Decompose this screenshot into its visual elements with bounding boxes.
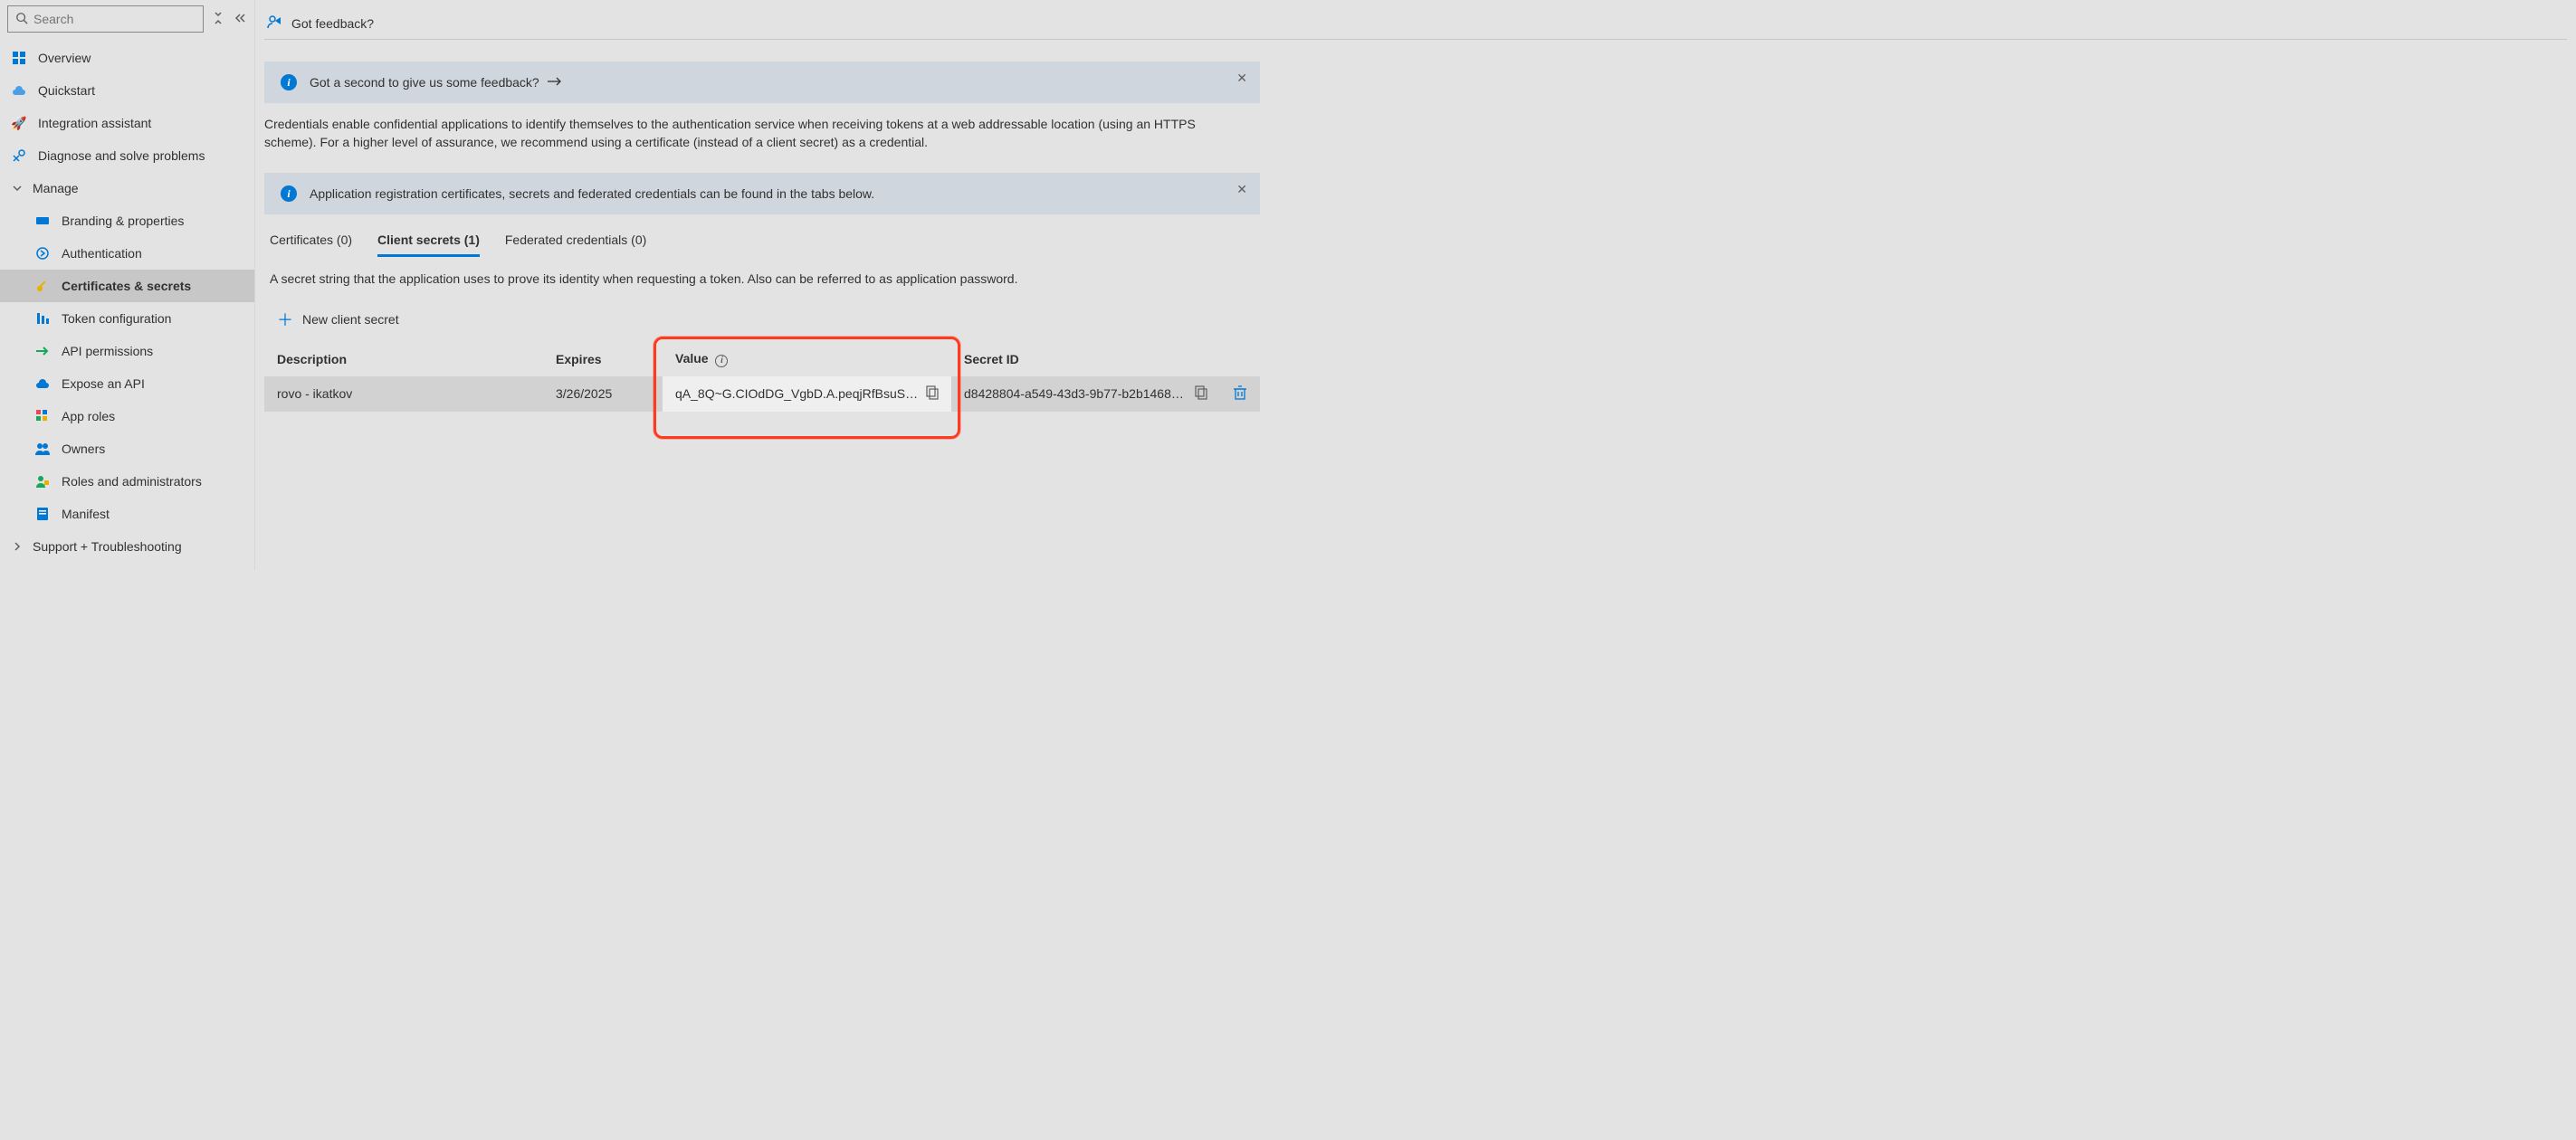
nav-group-label: Manage [33,181,79,195]
search-input[interactable] [33,12,196,26]
cell-expires: 3/26/2025 [543,376,663,412]
tag-icon [34,215,51,226]
col-expires: Expires [543,342,663,376]
sidebar-item-owners[interactable]: Owners [0,432,254,465]
tab-client-secrets[interactable]: Client secrets (1) [377,233,480,257]
sidebar-item-label: Diagnose and solve problems [38,148,205,163]
page-description: Credentials enable confidential applicat… [264,116,1224,151]
sidebar: Overview Quickstart 🚀 Integration assist… [0,0,255,570]
feedback-button[interactable]: Got feedback? [291,16,374,31]
info-icon: i [281,185,297,202]
tab-description: A secret string that the application use… [264,271,2567,286]
tabs: Certificates (0) Client secrets (1) Fede… [264,233,2567,257]
table-row: rovo - ikatkov 3/26/2025 qA_8Q~G.CIOdDG_… [264,376,1260,412]
collapse-sidebar-icon[interactable] [233,12,247,26]
sidebar-item-app-roles[interactable]: App roles [0,400,254,432]
nav-list: Overview Quickstart 🚀 Integration assist… [0,42,254,563]
people-icon [34,442,51,455]
key-icon [34,279,51,293]
chevron-down-icon [11,183,24,194]
sidebar-item-label: Authentication [62,246,142,261]
grid-icon [11,51,27,65]
arrow-right-icon [34,346,51,356]
delete-icon[interactable] [1234,388,1246,403]
feedback-prompt-banner: i Got a second to give us some feedback?… [264,62,1260,103]
sidebar-top [0,5,254,38]
cell-actions [1220,376,1260,412]
copy-icon[interactable] [1195,385,1207,403]
document-icon [34,507,51,521]
sidebar-item-token-config[interactable]: Token configuration [0,302,254,335]
sidebar-item-label: Manifest [62,507,110,521]
toolbar: Got feedback? [264,7,2567,40]
cloud-icon [11,85,27,96]
chevron-right-icon [11,541,24,552]
col-value-label: Value [675,351,709,366]
info-icon[interactable]: i [715,355,728,367]
col-description: Description [264,342,543,376]
sidebar-item-authentication[interactable]: Authentication [0,237,254,270]
apps-icon [34,409,51,423]
person-admin-icon [34,475,51,488]
sidebar-item-label: Integration assistant [38,116,151,130]
sidebar-item-label: Owners [62,442,105,456]
sidebar-item-label: Certificates & secrets [62,279,191,293]
bars-icon [34,311,51,326]
sidebar-item-branding[interactable]: Branding & properties [0,204,254,237]
secrets-table: Description Expires Value i Secret ID ro… [264,342,1260,412]
secret-value-text: qA_8Q~G.CIOdDG_VgbD.A.peqjRfBsuS1I... [675,386,919,401]
sidebar-item-expose-api[interactable]: Expose an API [0,367,254,400]
col-actions [1220,342,1260,376]
sidebar-item-manifest[interactable]: Manifest [0,498,254,530]
col-value: Value i [663,342,951,376]
sidebar-item-api-permissions[interactable]: API permissions [0,335,254,367]
col-secret-id: Secret ID [951,342,1220,376]
button-label: New client secret [302,312,399,327]
sidebar-item-label: Overview [38,51,91,65]
sidebar-item-label: Token configuration [62,311,171,326]
rocket-icon: 🚀 [11,116,27,131]
arrow-right-icon[interactable] [547,75,563,90]
secret-id-text: d8428804-a549-43d3-9b77-b2b146873c... [964,386,1188,401]
sidebar-item-quickstart[interactable]: Quickstart [0,74,254,107]
nav-group-manage[interactable]: Manage [0,172,254,204]
sidebar-item-label: Expose an API [62,376,145,391]
search-box[interactable] [7,5,204,33]
nav-group-support[interactable]: Support + Troubleshooting [0,530,254,563]
banner-text: Application registration certificates, s… [310,186,874,201]
expand-collapse-icon[interactable] [211,12,225,27]
sidebar-item-label: Branding & properties [62,214,184,228]
sidebar-item-label: Roles and administrators [62,474,202,489]
cell-value: qA_8Q~G.CIOdDG_VgbD.A.peqjRfBsuS1I... [663,376,951,412]
plus-icon: ＋ [277,308,293,331]
close-icon[interactable]: ✕ [1236,71,1247,86]
close-icon[interactable]: ✕ [1236,182,1247,197]
banner-text[interactable]: Got a second to give us some feedback? [310,75,539,90]
sidebar-item-label: App roles [62,409,115,423]
cell-description: rovo - ikatkov [264,376,543,412]
sidebar-item-integration[interactable]: 🚀 Integration assistant [0,107,254,139]
cell-secret-id: d8428804-a549-43d3-9b77-b2b146873c... [951,376,1220,412]
info-icon: i [281,74,297,90]
sidebar-item-roles-admins[interactable]: Roles and administrators [0,465,254,498]
new-client-secret-button[interactable]: ＋ New client secret [268,302,408,337]
feedback-icon [266,14,282,33]
nav-group-label: Support + Troubleshooting [33,539,182,554]
search-icon [15,12,28,27]
tab-certificates[interactable]: Certificates (0) [270,233,352,257]
main-content: Got feedback? i Got a second to give us … [255,0,2576,570]
tab-federated[interactable]: Federated credentials (0) [505,233,646,257]
sidebar-item-diagnose[interactable]: Diagnose and solve problems [0,139,254,172]
sidebar-item-overview[interactable]: Overview [0,42,254,74]
cloud-api-icon [34,378,51,389]
sidebar-item-certificates-secrets[interactable]: Certificates & secrets [0,270,254,302]
copy-icon[interactable] [926,385,939,403]
wrench-icon [11,148,27,163]
secrets-table-wrap: Description Expires Value i Secret ID ro… [264,342,1260,412]
sidebar-item-label: API permissions [62,344,153,358]
circle-arrow-icon [34,246,51,261]
sidebar-item-label: Quickstart [38,83,95,98]
tabs-info-banner: i Application registration certificates,… [264,173,1260,214]
